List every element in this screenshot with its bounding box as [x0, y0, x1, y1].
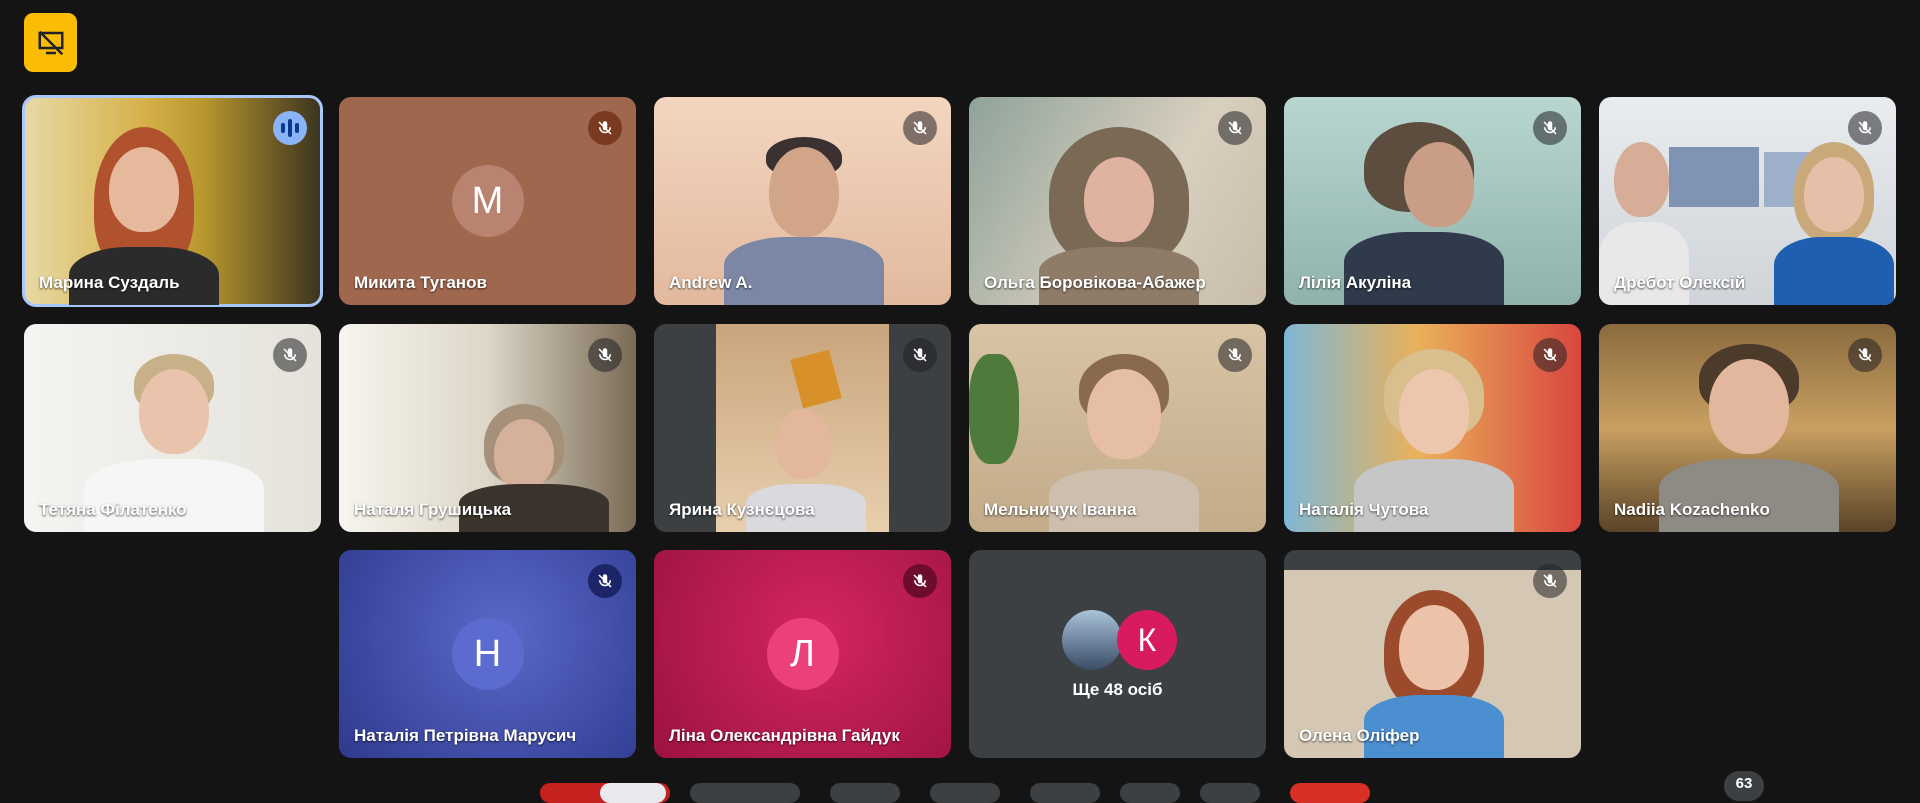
toolbar-button[interactable]	[1030, 783, 1100, 803]
participant-tile[interactable]: Andrew A.	[654, 97, 951, 305]
participant-name: Лілія Акуліна	[1299, 273, 1412, 292]
participant-tile[interactable]: Дребот Олексій	[1599, 97, 1896, 305]
participant-tile[interactable]: Наталія Чутова	[1284, 324, 1581, 532]
toolbar-button[interactable]	[690, 783, 800, 803]
avatar: К	[1117, 610, 1177, 670]
participant-name: Марина Суздаль	[39, 273, 180, 292]
participant-name: Олена Оліфер	[1299, 726, 1420, 745]
mic-off-icon	[1533, 338, 1567, 372]
participant-name: Наталія Чутова	[1299, 500, 1429, 519]
leave-call-button[interactable]	[1290, 783, 1370, 803]
mic-off-icon	[903, 111, 937, 145]
participant-tile[interactable]: Тетяна Філатенко	[24, 324, 321, 532]
participant-tile[interactable]: Наталя Грушицька	[339, 324, 636, 532]
mic-off-icon	[588, 564, 622, 598]
mic-off-icon	[903, 338, 937, 372]
mic-off-icon	[1533, 564, 1567, 598]
mic-off-icon	[588, 338, 622, 372]
participant-name: Дребот Олексій	[1614, 273, 1746, 292]
mic-off-icon	[1218, 338, 1252, 372]
mic-off-icon	[1533, 111, 1567, 145]
participant-tile[interactable]: Лілія Акуліна	[1284, 97, 1581, 305]
mic-off-icon	[1848, 111, 1882, 145]
participant-name: Ольга Боровікова-Абажер	[984, 273, 1206, 292]
participant-name: Микита Туганов	[354, 273, 487, 292]
mic-off-icon	[273, 338, 307, 372]
participant-tile[interactable]: Ольга Боровікова-Абажер	[969, 97, 1266, 305]
participant-tile[interactable]: Ярина Кузнєцова	[654, 324, 951, 532]
toolbar-button[interactable]	[830, 783, 900, 803]
participant-name: Ярина Кузнєцова	[669, 500, 815, 519]
participant-tile[interactable]: Н Наталія Петрівна Марусич	[339, 550, 636, 758]
participant-name: Наталя Грушицька	[354, 500, 512, 519]
mic-off-icon	[588, 111, 622, 145]
toolbar-button[interactable]	[600, 783, 666, 803]
avatar: Н	[451, 618, 524, 690]
participant-name: Тетяна Філатенко	[39, 500, 187, 519]
avatar	[1062, 610, 1122, 670]
participant-name: Ліна Олександрівна Гайдук	[669, 726, 900, 745]
toolbar-button[interactable]	[1120, 783, 1180, 803]
plant	[969, 354, 1019, 464]
toolbar-button[interactable]	[1200, 783, 1260, 803]
mic-off-icon	[1848, 338, 1882, 372]
participant-tile[interactable]: М Микита Туганов	[339, 97, 636, 305]
screen-share-off-button[interactable]	[24, 13, 77, 72]
participant-tile[interactable]: Олена Оліфер	[1284, 550, 1581, 758]
participant-tile[interactable]: Л Ліна Олександрівна Гайдук	[654, 550, 951, 758]
mic-off-icon	[1218, 111, 1252, 145]
participant-name: Наталія Петрівна Марусич	[354, 726, 577, 745]
more-participants-tile[interactable]: К Ще 48 осіб	[969, 550, 1266, 758]
participant-name: Andrew A.	[669, 273, 753, 292]
toolbar-button[interactable]	[930, 783, 1000, 803]
video-feed	[1769, 142, 1896, 305]
no-screen-share-icon	[38, 30, 63, 55]
participant-tile[interactable]: Марина Суздаль	[22, 95, 323, 307]
participant-name: Мельничук Іванна	[984, 500, 1137, 519]
more-participants-label: Ще 48 осіб	[1072, 680, 1163, 699]
participant-tile[interactable]: Мельничук Іванна	[969, 324, 1266, 532]
participant-count-badge: 63	[1724, 771, 1764, 801]
participant-name: Nadiia Kozachenko	[1614, 500, 1770, 519]
participant-tile[interactable]: Nadiia Kozachenko	[1599, 324, 1896, 532]
speaking-indicator-icon	[273, 111, 307, 145]
avatar: М	[451, 165, 524, 237]
mic-off-icon	[903, 564, 937, 598]
avatar: Л	[766, 618, 839, 690]
